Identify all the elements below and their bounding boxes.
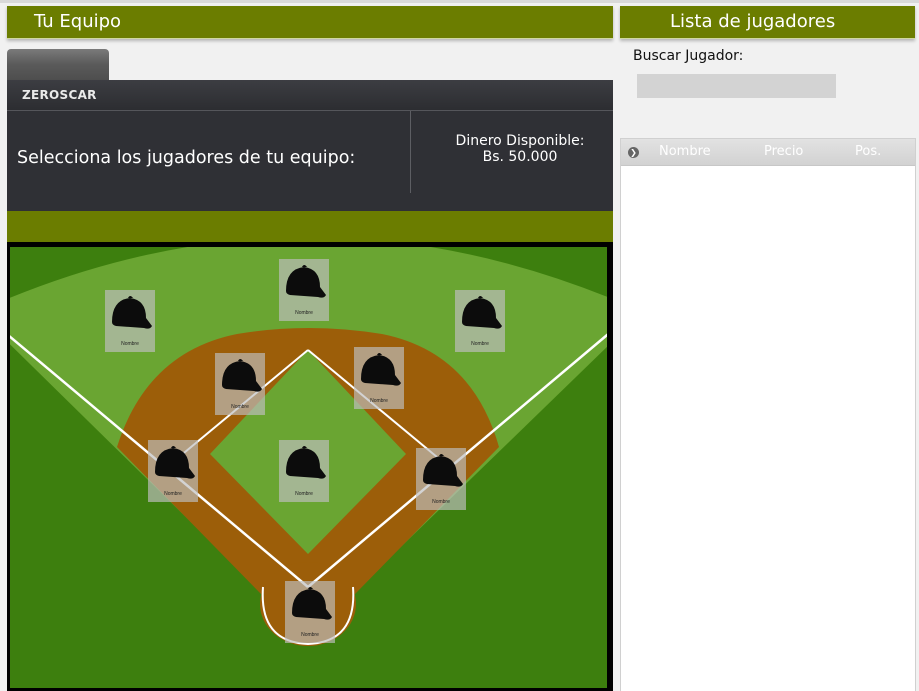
player-list-header: Lista de jugadores: [620, 6, 915, 39]
field-top-bar: [7, 211, 613, 242]
player-name: Nombre: [432, 499, 450, 505]
baseball-cap-icon: [462, 296, 502, 329]
player-list-title: Lista de jugadores: [670, 11, 836, 32]
team-panel-header: Tu Equipo: [7, 6, 613, 39]
player-slot-catcher[interactable]: Nombre: [285, 581, 335, 643]
column-header-precio[interactable]: Precio: [764, 144, 803, 159]
column-header-nombre[interactable]: Nombre: [659, 144, 711, 159]
player-list-table: ❯ Nombre Precio Pos.: [620, 138, 916, 691]
player-name: Nombre: [231, 404, 249, 410]
baseball-cap-icon: [286, 265, 326, 298]
player-slot-right-field[interactable]: Nombre: [455, 290, 505, 352]
team-info-box: ZEROSCAR Selecciona los jugadores de tu …: [7, 80, 613, 211]
team-name-bar: ZEROSCAR: [7, 80, 613, 111]
team-panel-title: Tu Equipo: [34, 11, 122, 32]
baseball-cap-icon: [222, 359, 262, 392]
player-slot-first-base[interactable]: Nombre: [416, 448, 466, 510]
player-slot-third-base[interactable]: Nombre: [148, 440, 198, 502]
baseball-cap-icon: [292, 587, 332, 620]
player-slot-shortstop[interactable]: Nombre: [215, 353, 265, 415]
player-name: Nombre: [370, 398, 388, 404]
baseball-cap-icon: [286, 446, 326, 479]
search-player-input[interactable]: [637, 74, 836, 98]
baseball-cap-icon: [423, 454, 463, 487]
baseball-cap-icon: [361, 353, 401, 386]
player-slot-pitcher[interactable]: Nombre: [279, 440, 329, 502]
money-label: Dinero Disponible:: [455, 133, 585, 149]
player-list-table-header: ❯ Nombre Precio Pos.: [621, 139, 915, 166]
column-header-pos[interactable]: Pos.: [855, 144, 881, 159]
player-slot-second-base[interactable]: Nombre: [354, 347, 404, 409]
player-name: Nombre: [121, 341, 139, 347]
player-slot-left-field[interactable]: Nombre: [105, 290, 155, 352]
baseball-cap-icon: [155, 446, 195, 479]
team-name: ZEROSCAR: [22, 88, 97, 102]
expand-arrow-icon[interactable]: ❯: [628, 147, 639, 158]
player-name: Nombre: [301, 632, 319, 638]
money-value: Bs. 50.000: [482, 149, 558, 165]
player-name: Nombre: [295, 491, 313, 497]
search-label: Buscar Jugador:: [633, 48, 744, 64]
player-name: Nombre: [164, 491, 182, 497]
player-name: Nombre: [471, 341, 489, 347]
team-tab[interactable]: [7, 49, 109, 80]
baseball-cap-icon: [112, 296, 152, 329]
player-slot-center-field[interactable]: Nombre: [279, 259, 329, 321]
top-border: [0, 0, 919, 3]
available-money: Dinero Disponible: Bs. 50.000: [411, 133, 629, 165]
selection-instruction: Selecciona los jugadores de tu equipo:: [17, 148, 356, 168]
player-name: Nombre: [295, 310, 313, 316]
